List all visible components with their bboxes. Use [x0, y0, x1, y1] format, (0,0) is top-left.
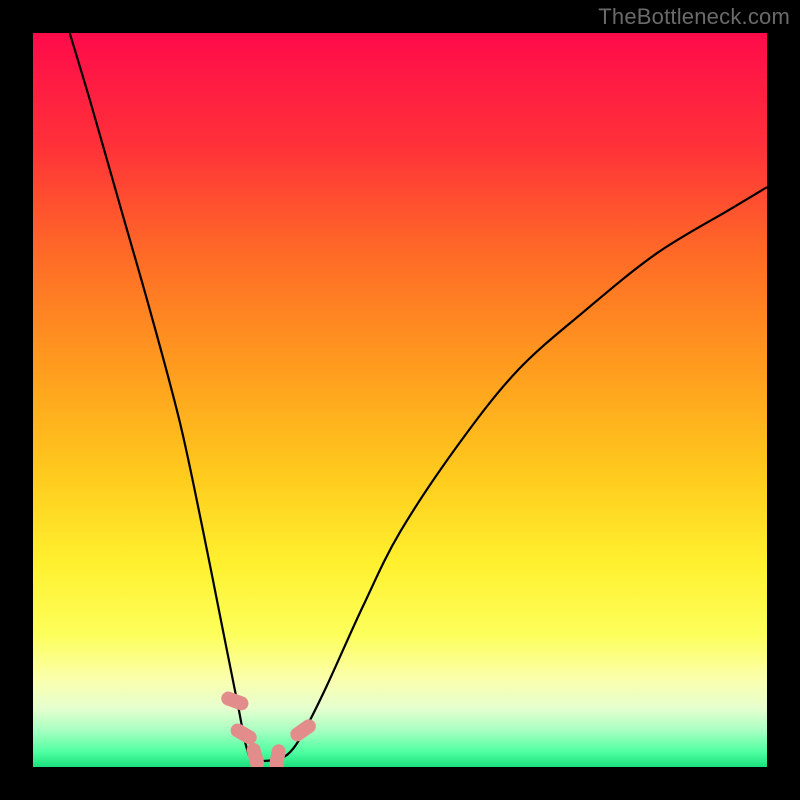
chart-svg — [33, 33, 767, 767]
plot-area — [33, 33, 767, 767]
chart-background — [33, 33, 767, 767]
figure-frame: TheBottleneck.com — [0, 0, 800, 800]
watermark-text: TheBottleneck.com — [598, 4, 790, 30]
